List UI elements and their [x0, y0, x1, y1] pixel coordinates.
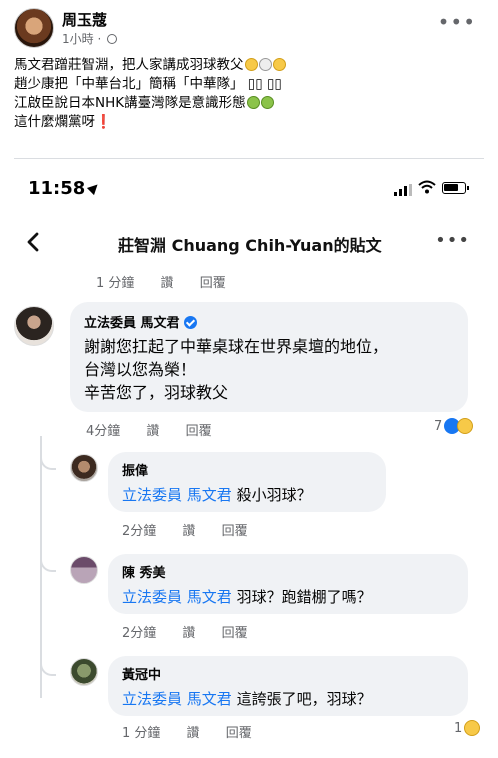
post-line-1: 馬文君蹭莊智淵，把人家講成羽球教父: [14, 56, 484, 75]
commenter-avatar[interactable]: [14, 306, 54, 346]
replier-name[interactable]: 黃冠中: [122, 664, 454, 683]
location-arrow-icon: [87, 180, 102, 196]
like-link[interactable]: 讚: [187, 726, 200, 741]
globe-icon: [107, 34, 118, 44]
mention-tag[interactable]: 立法委員 馬文君: [122, 588, 232, 606]
reply-link[interactable]: 回覆: [186, 424, 212, 439]
post-line-2: 趙少康把「中華台北」簡稱「中華隊」 ▯▯ ▯▯: [14, 76, 282, 92]
comment-time: 1 分鐘: [96, 276, 135, 291]
replier-avatar[interactable]: [70, 556, 98, 584]
prev-comment-actions: 1 分鐘 讚 回覆: [96, 272, 248, 291]
signal-icon: [394, 184, 412, 196]
nav-bar: 莊智淵 Chuang Chih-Yuan的貼文 •••: [14, 220, 484, 268]
nav-more-button[interactable]: •••: [435, 230, 470, 251]
nauseated-emoji-icon: [246, 96, 260, 109]
badminton-emoji-icon: [258, 58, 272, 71]
reply-link[interactable]: 回覆: [200, 276, 226, 291]
reply-actions: 1 分鐘 讚 回覆: [122, 722, 274, 741]
author-avatar[interactable]: [14, 8, 54, 48]
replier-name[interactable]: 陳 秀美: [122, 562, 454, 581]
comment-bubble: 立法委員 馬文君 謝謝您扛起了中華桌球在世界桌壇的地位， 台灣以您為榮！ 辛苦您…: [70, 302, 468, 412]
comment-time: 4分鐘: [86, 424, 121, 439]
grimace-emoji-icon: [244, 58, 258, 71]
post-author-name[interactable]: 周玉蔻: [62, 9, 107, 30]
thread-branch: [40, 554, 56, 572]
like-link[interactable]: 讚: [146, 424, 159, 439]
comment-text: 謝謝您扛起了中華桌球在世界桌壇的地位， 台灣以您為榮！ 辛苦您了，羽球教父: [84, 337, 389, 402]
nav-title: 莊智淵 Chuang Chih-Yuan的貼文: [118, 236, 382, 255]
reaction-count: 1: [454, 721, 463, 736]
exclamation-icon: ❗: [95, 114, 112, 130]
reply-text: 立法委員 馬文君 羽球？跑錯棚了嗎？: [122, 588, 372, 606]
post-line-4: 這什麼爛黨呀❗: [14, 114, 112, 130]
eye-roll-emoji-icon: [272, 58, 286, 71]
post-meta: 1小時 ·: [62, 30, 118, 47]
mention-tag[interactable]: 立法委員 馬文君: [122, 690, 232, 708]
status-bar: 11:58: [14, 160, 484, 214]
haha-reaction-icon: [464, 720, 481, 736]
comment-actions: 4分鐘 讚 回覆: [86, 420, 234, 439]
post-timestamp[interactable]: 1小時 ·: [62, 32, 101, 46]
embedded-screenshot[interactable]: 11:58 莊智淵 Chuang Chih-Yuan的貼文 ••• 1 分鐘 讚…: [14, 160, 484, 758]
comment-time: 1 分鐘: [122, 726, 161, 741]
reply-text: 立法委員 馬文君 這誇張了吧，羽球？: [122, 690, 372, 708]
reply-link[interactable]: 回覆: [226, 726, 252, 741]
reply-bubble: 振偉 立法委員 馬文君 殺小羽球？: [108, 452, 386, 512]
battery-icon: [442, 182, 469, 194]
replier-avatar[interactable]: [70, 658, 98, 686]
wifi-icon: [418, 180, 436, 194]
battery-level: [444, 184, 458, 191]
reaction-count: 7: [434, 419, 443, 434]
reply-link[interactable]: 回覆: [222, 524, 248, 539]
like-link[interactable]: 讚: [182, 524, 195, 539]
comment-time: 2分鐘: [122, 626, 157, 641]
reply-actions: 2分鐘 讚 回覆: [122, 520, 270, 539]
like-link[interactable]: 讚: [182, 626, 195, 641]
post-more-button[interactable]: •••: [438, 10, 476, 34]
mention-tag[interactable]: 立法委員 馬文君: [122, 486, 232, 504]
reply-link[interactable]: 回覆: [222, 626, 248, 641]
nauseated-emoji-icon: [260, 96, 274, 109]
divider: [14, 158, 484, 159]
thread-branch: [40, 452, 56, 470]
reply-bubble: 陳 秀美 立法委員 馬文君 羽球？跑錯棚了嗎？: [108, 554, 468, 614]
like-link[interactable]: 讚: [161, 276, 174, 291]
replier-name[interactable]: 振偉: [122, 460, 372, 479]
replier-avatar[interactable]: [70, 454, 98, 482]
post-header: 周玉蔻 1小時 · •••: [0, 0, 498, 58]
back-icon[interactable]: [22, 230, 46, 254]
status-time: 11:58: [28, 178, 102, 199]
reply-text: 立法委員 馬文君 殺小羽球？: [122, 486, 312, 504]
haha-reaction-icon: [457, 418, 474, 434]
commenter-name[interactable]: 立法委員 馬文君: [84, 312, 454, 331]
thread-branch: [40, 658, 56, 676]
comment-reactions[interactable]: 7: [434, 418, 474, 434]
post-line-3: 江啟臣說日本NHK講臺灣隊是意識形態: [14, 94, 484, 113]
reply-bubble: 黃冠中 立法委員 馬文君 這誇張了吧，羽球？: [108, 656, 468, 716]
reply-reactions[interactable]: 1: [454, 720, 481, 736]
verified-badge-icon: [183, 316, 197, 329]
post-body: 馬文君蹭莊智淵，把人家講成羽球教父 趙少康把「中華台北」簡稱「中華隊」 ▯▯ ▯…: [14, 56, 484, 132]
post-line-2-suffix: ▯▯ ▯▯: [247, 76, 282, 92]
reply-actions: 2分鐘 讚 回覆: [122, 622, 270, 641]
comment-time: 2分鐘: [122, 524, 157, 539]
